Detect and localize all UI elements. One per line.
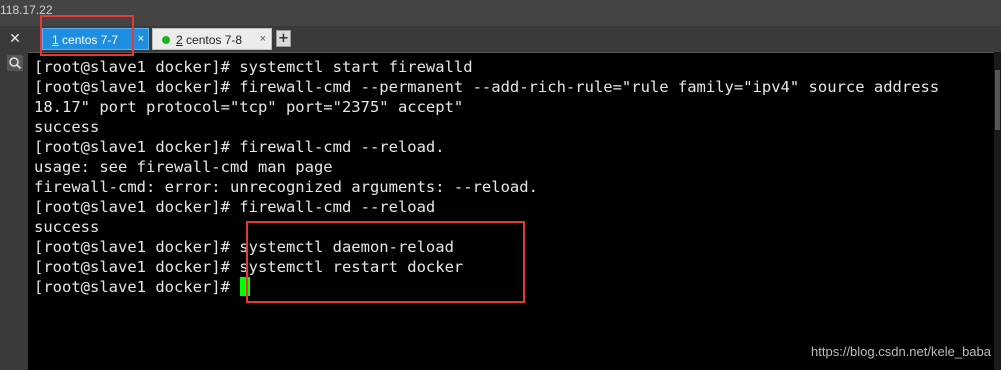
add-tab-button[interactable]: + [276, 30, 291, 47]
tab-centos-7-8[interactable]: 2 centos 7-8 × [152, 28, 272, 50]
terminal-line: usage: see firewall-cmd man page [34, 158, 333, 176]
host-address-text: 118.17.22 [0, 3, 53, 17]
title-bar: 118.17.22 [0, 0, 1001, 26]
terminal-line: [root@slave1 docker]# systemctl daemon-r… [34, 238, 454, 256]
terminal-line: success [34, 118, 100, 136]
tab-title: centos 7-7 [62, 33, 119, 47]
left-tool-strip [0, 26, 28, 370]
ssh-client-window: 118.17.22 ✕ 1 centos 7-7 × 2 centos 7-8 … [0, 0, 1001, 370]
connection-status-icon [162, 36, 170, 44]
terminal-line: 18.17" port protocol="tcp" port="2375" a… [34, 98, 464, 116]
terminal-cursor [240, 277, 251, 296]
scrollbar-thumb[interactable] [995, 70, 1000, 130]
tab-label: 2 centos 7-8 [176, 29, 242, 51]
terminal-line: [root@slave1 docker]# firewall-cmd --per… [34, 78, 940, 96]
tab-bar [0, 26, 1001, 52]
terminal-line: [root@slave1 docker]# firewall-cmd --rel… [34, 198, 436, 216]
terminal-scrollbar[interactable] [994, 52, 1001, 370]
watermark-text: https://blog.csdn.net/kele_baba [811, 344, 991, 359]
terminal-prompt-line: [root@slave1 docker]# [34, 277, 939, 297]
close-session-icon[interactable]: ✕ [8, 30, 22, 48]
tab-number: 2 [176, 33, 183, 47]
terminal-line: [root@slave1 docker]# systemctl start fi… [34, 58, 473, 76]
terminal-output[interactable]: [root@slave1 docker]# systemctl start fi… [28, 52, 1001, 370]
terminal-prompt: [root@slave1 docker]# [34, 278, 240, 296]
terminal-line: firewall-cmd: error: unrecognized argume… [34, 178, 538, 196]
terminal-line: success [34, 218, 100, 236]
tab-title: centos 7-8 [186, 33, 243, 47]
tab-number: 1 [52, 33, 59, 47]
terminal-line: [root@slave1 docker]# systemctl restart … [34, 258, 464, 276]
tab-close-icon[interactable]: × [138, 29, 144, 49]
tab-centos-7-7[interactable]: 1 centos 7-7 × [42, 28, 149, 50]
tab-close-icon[interactable]: × [260, 29, 266, 49]
terminal-line: [root@slave1 docker]# firewall-cmd --rel… [34, 138, 445, 156]
terminal-lines: [root@slave1 docker]# systemctl start fi… [34, 57, 939, 297]
tab-label: 1 centos 7-7 [52, 29, 118, 51]
search-icon[interactable] [7, 55, 23, 71]
